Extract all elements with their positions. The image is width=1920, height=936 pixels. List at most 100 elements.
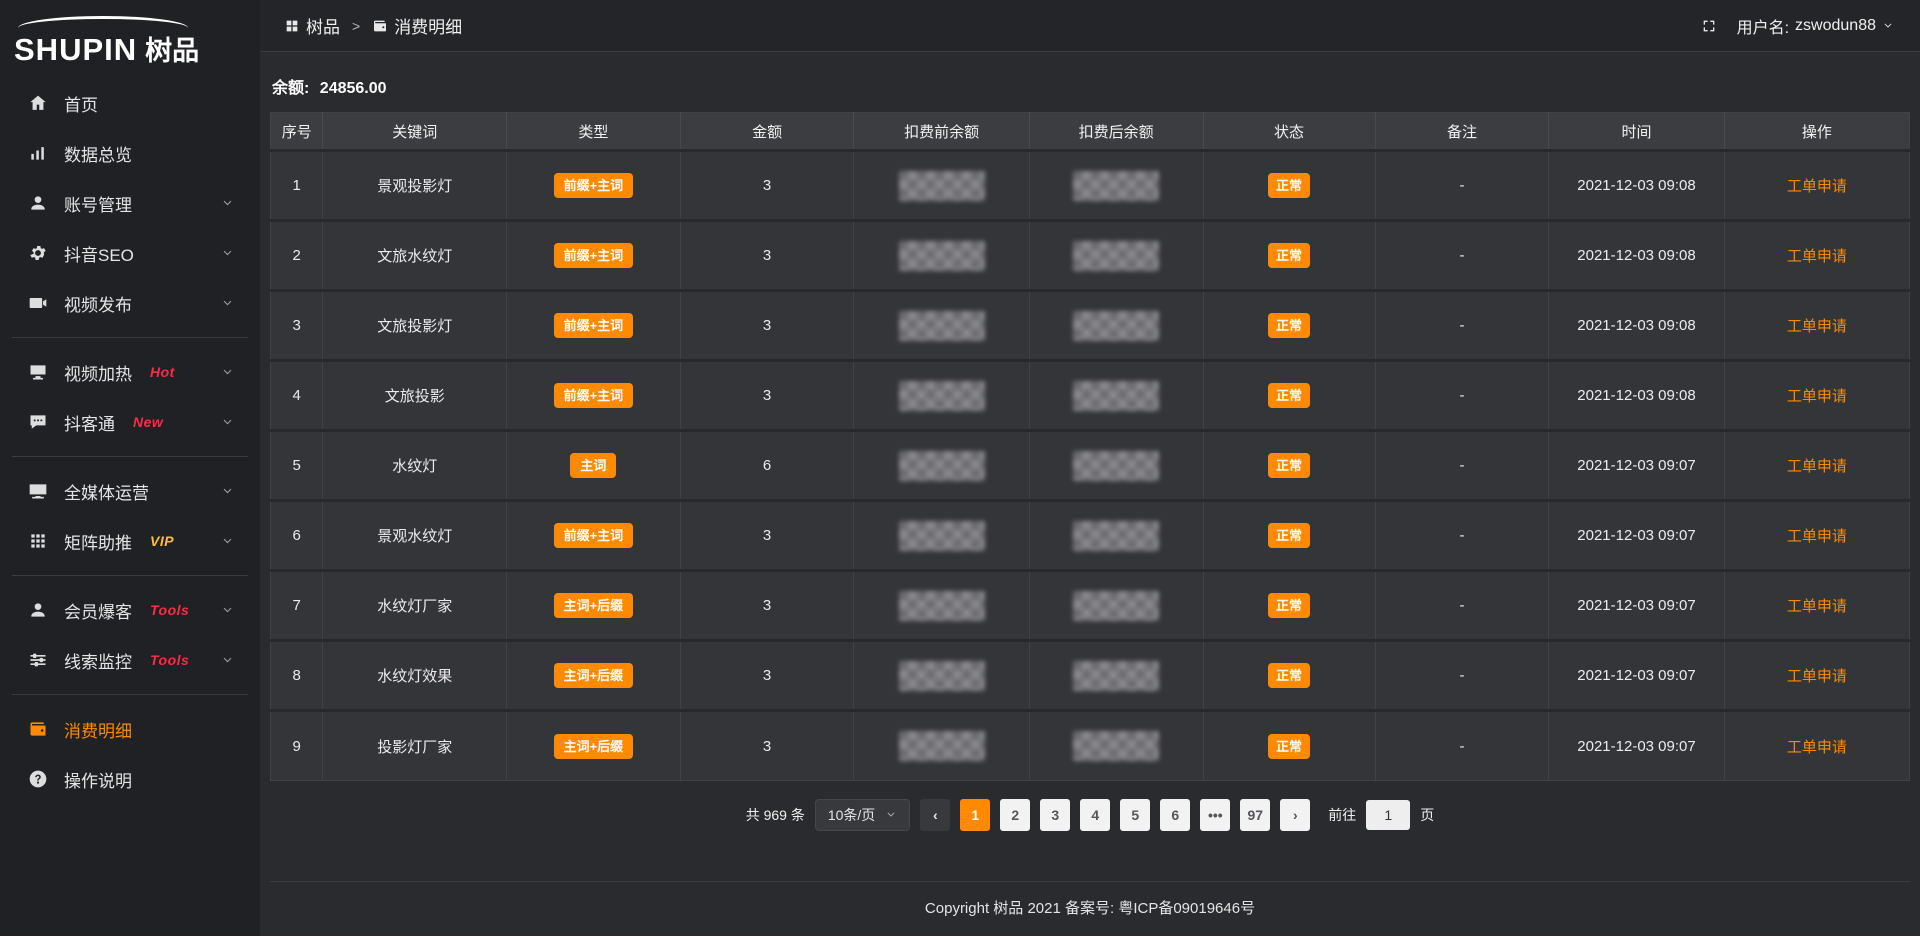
work-order-link[interactable]: 工单申请	[1787, 739, 1847, 756]
page-button-4[interactable]: 4	[1080, 799, 1110, 831]
type-badge: 主词+后缀	[554, 593, 634, 618]
sidebar-item-label: 会员爆客	[64, 598, 132, 623]
censored-value	[899, 171, 985, 201]
balance: 余额: 24856.00	[272, 74, 1908, 98]
work-order-link[interactable]: 工单申请	[1787, 528, 1847, 545]
page-button-5[interactable]: 5	[1120, 799, 1150, 831]
cell-keyword: 水纹灯效果	[323, 641, 507, 711]
sidebar-item-douketong[interactable]: 抖客通 New	[0, 397, 260, 447]
sidebar-item-label: 抖音SEO	[64, 241, 134, 266]
sidebar-item-video-publish[interactable]: 视频发布	[0, 278, 260, 328]
page-size-dropdown[interactable]: 10条/页	[815, 799, 910, 831]
logo-arc-icon	[18, 16, 188, 28]
sidebar-item-douyin-seo[interactable]: 抖音SEO	[0, 228, 260, 278]
chevron-down-icon	[221, 197, 234, 210]
cell-index: 3	[271, 291, 323, 361]
wallet-icon	[372, 18, 388, 34]
chevron-down-icon	[221, 297, 234, 310]
sidebar-item-member-blast[interactable]: 会员爆客 Tools	[0, 585, 260, 635]
cell-balance-before	[854, 221, 1029, 291]
censored-value	[899, 731, 985, 761]
sidebar-item-label: 矩阵助推	[64, 529, 132, 554]
cell-amount: 6	[680, 431, 854, 501]
bar-chart-icon	[28, 143, 48, 163]
work-order-link[interactable]: 工单申请	[1787, 318, 1847, 335]
cell-type: 前缀+主词	[507, 361, 681, 431]
censored-value	[1073, 381, 1159, 411]
work-order-link[interactable]: 工单申请	[1787, 248, 1847, 265]
censored-value	[899, 591, 985, 621]
work-order-link[interactable]: 工单申请	[1787, 178, 1847, 195]
page-size-value: 10条/页	[828, 805, 875, 825]
logo-text-en: SHUPIN	[14, 32, 137, 68]
user-menu[interactable]: 用户名: zswodun88	[1737, 14, 1894, 38]
status-badge: 正常	[1268, 523, 1310, 548]
sidebar-item-consumption-detail[interactable]: 消费明细	[0, 704, 260, 754]
chevron-down-icon	[221, 416, 234, 429]
work-order-link[interactable]: 工单申请	[1787, 598, 1847, 615]
sidebar-item-label: 首页	[64, 91, 98, 116]
chevron-down-icon	[221, 247, 234, 260]
next-page-button[interactable]: ›	[1280, 799, 1310, 831]
copyright-text: Copyright 树品 2021 备案号: 粤ICP备09019646号	[260, 882, 1920, 936]
page-button-1[interactable]: 1	[960, 799, 990, 831]
cell-keyword: 文旅投影	[323, 361, 507, 431]
cell-remark: -	[1375, 291, 1549, 361]
sidebar-item-label: 全媒体运营	[64, 479, 149, 504]
censored-value	[1073, 311, 1159, 341]
chevron-down-icon	[221, 485, 234, 498]
sidebar-nav: 首页 数据总览 账号管理 抖音SEO 视频发布 视频加热 Hot 抖客通 New…	[0, 78, 260, 804]
work-order-link[interactable]: 工单申请	[1787, 388, 1847, 405]
cell-index: 6	[271, 501, 323, 571]
cell-amount: 3	[680, 711, 854, 781]
type-badge: 前缀+主词	[554, 243, 634, 268]
brand-logo[interactable]: SHUPIN 树品	[0, 10, 260, 78]
sidebar-item-operation-guide[interactable]: 操作说明	[0, 754, 260, 804]
prev-page-button[interactable]: ‹	[920, 799, 950, 831]
sidebar-item-account-management[interactable]: 账号管理	[0, 178, 260, 228]
sidebar-item-data-overview[interactable]: 数据总览	[0, 128, 260, 178]
goto-page-input[interactable]	[1366, 800, 1410, 830]
work-order-link[interactable]: 工单申请	[1787, 668, 1847, 685]
cell-action: 工单申请	[1724, 361, 1909, 431]
chevron-down-icon	[221, 654, 234, 667]
consumption-table: 序号关键词类型金额扣费前余额扣费后余额状态备注时间操作 1 景观投影灯 前缀+主…	[270, 112, 1910, 781]
cell-remark: -	[1375, 641, 1549, 711]
column-header: 序号	[271, 113, 323, 151]
censored-value	[1073, 591, 1159, 621]
cell-index: 1	[271, 151, 323, 221]
sidebar-divider	[12, 694, 248, 695]
page-button-97[interactable]: 97	[1240, 799, 1270, 831]
balance-value: 24856.00	[320, 80, 387, 97]
sidebar-item-tag: Tools	[150, 652, 189, 668]
breadcrumb: 树品 > 消费明细	[284, 13, 462, 38]
cell-balance-after	[1029, 361, 1203, 431]
video-icon	[28, 293, 48, 313]
fullscreen-icon	[1701, 18, 1717, 34]
cell-remark: -	[1375, 711, 1549, 781]
sidebar-item-label: 数据总览	[64, 141, 132, 166]
sidebar-item-matrix-boost[interactable]: 矩阵助推 VIP	[0, 516, 260, 566]
cell-keyword: 景观投影灯	[323, 151, 507, 221]
page-button-3[interactable]: 3	[1040, 799, 1070, 831]
monitor-icon	[28, 481, 48, 501]
goto-label: 前往	[1328, 805, 1356, 825]
work-order-link[interactable]: 工单申请	[1787, 458, 1847, 475]
column-header: 金额	[680, 113, 854, 151]
pagination-total: 共 969 条	[746, 805, 805, 825]
fullscreen-button[interactable]	[1701, 18, 1717, 34]
page-button-2[interactable]: 2	[1000, 799, 1030, 831]
page-button-6[interactable]: 6	[1160, 799, 1190, 831]
sidebar-item-lead-monitor[interactable]: 线索监控 Tools	[0, 635, 260, 685]
breadcrumb-item-current[interactable]: 消费明细	[372, 13, 462, 38]
cell-type: 主词+后缀	[507, 571, 681, 641]
cell-remark: -	[1375, 431, 1549, 501]
cell-action: 工单申请	[1724, 641, 1909, 711]
content-area: 余额: 24856.00 序号关键词类型金额扣费前余额扣费后余额状态备注时间操作…	[260, 52, 1920, 831]
sidebar-item-video-heat[interactable]: 视频加热 Hot	[0, 347, 260, 397]
sidebar-item-home[interactable]: 首页	[0, 78, 260, 128]
breadcrumb-item-home[interactable]: 树品	[284, 13, 340, 38]
sidebar-item-all-media-operation[interactable]: 全媒体运营	[0, 466, 260, 516]
page-ellipsis-button[interactable]: •••	[1200, 799, 1230, 831]
censored-value	[1073, 171, 1159, 201]
